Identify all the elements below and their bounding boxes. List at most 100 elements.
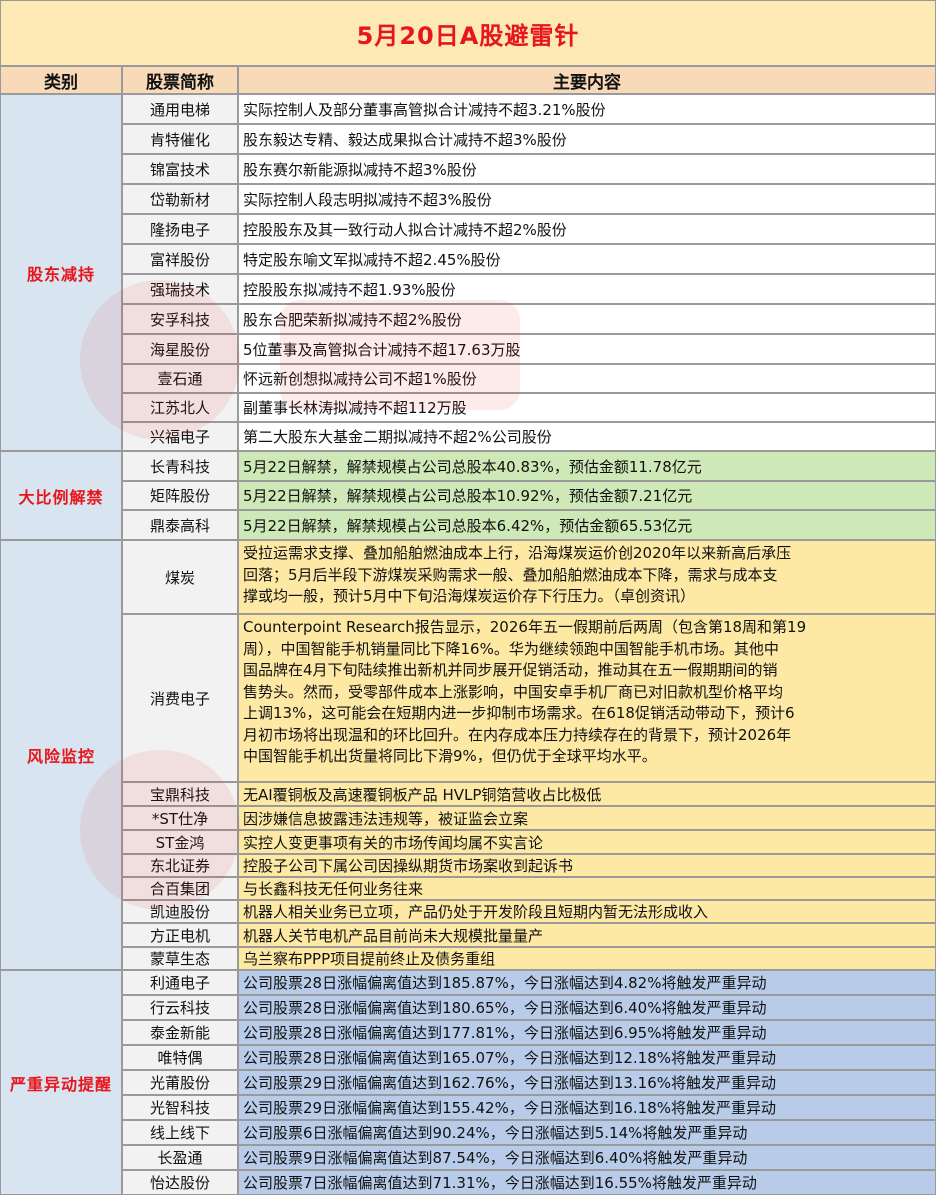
stock-name: 宝鼎科技 [122,782,238,806]
stock-name: 锦富技术 [122,154,238,184]
content-paragraph: Counterpoint Research报告显示，2026年五一假期前后两周（… [243,617,806,768]
row-content: 5月22日解禁，解禁规模占公司总股本40.83%，预估金额11.78亿元 [238,451,936,481]
stock-name: 长盈通 [122,1145,238,1170]
content-text: 控股股东拟减持不超1.93%股份 [243,280,456,299]
content-line: 月初市场将出现温和的环比回升。在内存成本压力持续存在的背景下，预计2026年 [243,725,792,744]
content-text: 无AI覆铜板及高速覆铜板产品 HVLP铜箔营收占比极低 [243,785,602,804]
row-content: 控股股东及其一致行动人拟合计减持不超2%股份 [238,214,936,244]
row-content: 公司股票29日涨幅偏离值达到162.76%，今日涨幅达到13.16%将触发严重异… [238,1070,936,1095]
content-text: 乌兰察布PPP项目提前终止及债务重组 [243,950,496,968]
content-text: 股东赛尔新能源拟减持不超3%股份 [243,160,477,179]
row-content: 副董事长林涛拟减持不超112万股 [238,393,936,422]
row-content: 控股子公司下属公司因操纵期货市场案收到起诉书 [238,854,936,877]
stock-name: 光智科技 [122,1095,238,1120]
content-text: 公司股票28日涨幅偏离值达到177.81%，今日涨幅达到6.95%将触发严重异动 [243,1024,767,1042]
content-text: 5月22日解禁，解禁规模占公司总股本40.83%，预估金额11.78亿元 [243,457,702,476]
header-stock: 股票简称 [122,66,238,94]
stock-name: 怡达股份 [122,1170,238,1195]
content-line: 上调13%，这可能会在短期内进一步抑制市场需求。在618促销活动带动下，预计6 [243,704,795,722]
content-text: 公司股票28日涨幅偏离值达到165.07%，今日涨幅达到12.18%将触发严重异… [243,1049,777,1067]
row-content: 股东毅达专精、毅达成果拟合计减持不超3%股份 [238,124,936,154]
content-text: 机器人相关业务已立项，产品仍处于开发阶段且短期内暂无法形成收入 [243,903,709,921]
content-text: 股东毅达专精、毅达成果拟合计减持不超3%股份 [243,130,567,149]
row-content: 股东赛尔新能源拟减持不超3%股份 [238,154,936,184]
row-content: 公司股票7日涨幅偏离值达到71.31%，今日涨幅达到16.55%将触发严重异动 [238,1170,936,1195]
row-content: 乌兰察布PPP项目提前终止及债务重组 [238,947,936,970]
stock-name: 强瑞技术 [122,274,238,304]
stock-name: 海星股份 [122,334,238,364]
content-line: Counterpoint Research报告显示，2026年五一假期前后两周（… [243,618,807,636]
content-text: 股东合肥荣新拟减持不超2%股份 [243,310,462,329]
stock-name: 壹石通 [122,364,238,393]
row-content: 无AI覆铜板及高速覆铜板产品 HVLP铜箔营收占比极低 [238,782,936,806]
stock-name: ST金鸿 [122,830,238,854]
content-line: 中国智能手机出货量将同比下滑9%，但仍优于全球平均水平。 [243,747,657,765]
category-severe-abnormal: 严重异动提醒 [0,970,122,1195]
content-text: 与长鑫科技无任何业务往来 [243,880,424,898]
content-text: 怀远新创想拟减持公司不超1%股份 [243,370,477,388]
content-text: 公司股票7日涨幅偏离值达到71.31%，今日涨幅达到16.55%将触发严重异动 [243,1174,757,1192]
content-text: 公司股票28日涨幅偏离值达到185.87%，今日涨幅达到4.82%将触发严重异动 [243,974,767,992]
stock-name: 肯特催化 [122,124,238,154]
stock-name: 鼎泰高科 [122,510,238,540]
stock-name: 安孚科技 [122,304,238,334]
row-content: 5位董事及高管拟合计减持不超17.63万股 [238,334,936,364]
stock-name: 线上线下 [122,1120,238,1145]
stock-name: 方正电机 [122,923,238,947]
content-text: 副董事长林涛拟减持不超112万股 [243,399,467,417]
content-text: 实际控制人及部分董事高管拟合计减持不超3.21%股份 [243,100,606,119]
row-content: 5月22日解禁，解禁规模占公司总股本6.42%，预估金额65.53亿元 [238,510,936,540]
row-content: 公司股票28日涨幅偏离值达到185.87%，今日涨幅达到4.82%将触发严重异动 [238,970,936,995]
content-line: 售势头。然而，受零部件成本上涨影响，中国安卓手机厂商已对旧款机型价格平均 [243,682,784,701]
stock-name: 光莆股份 [122,1070,238,1095]
content-text: 因涉嫌信息披露违法违规等，被证监会立案 [243,809,529,828]
row-content: 受拉运需求支撑、叠加船舶燃油成本上行，沿海煤炭运价创2020年以来新高后承压 回… [238,540,936,614]
content-text: 公司股票9日涨幅偏离值达到87.54%，今日涨幅达到6.40%将触发严重异动 [243,1149,748,1167]
category-large-unlock: 大比例解禁 [0,451,122,540]
stock-name: 矩阵股份 [122,481,238,510]
stock-name: 岱勒新材 [122,184,238,214]
row-content: Counterpoint Research报告显示，2026年五一假期前后两周（… [238,614,936,782]
row-content: 特定股东喻文军拟减持不超2.45%股份 [238,244,936,274]
content-text: 5位董事及高管拟合计减持不超17.63万股 [243,340,521,359]
content-line: 国品牌在4月下旬陆续推出新机并同步展开促销活动，推动其在五一假期期间的销 [243,661,778,679]
content-text: 公司股票29日涨幅偏离值达到162.76%，今日涨幅达到13.16%将触发严重异… [243,1074,777,1092]
content-line: 受拉运需求支撑、叠加船舶燃油成本上行，沿海煤炭运价创2020年以来新高后承压 [243,544,792,562]
stock-name: 蒙草生态 [122,947,238,970]
content-text: 公司股票28日涨幅偏离值达到180.65%，今日涨幅达到6.40%将触发严重异动 [243,999,767,1017]
content-text: 5月22日解禁，解禁规模占公司总股本6.42%，预估金额65.53亿元 [243,516,693,535]
row-content: 公司股票28日涨幅偏离值达到165.07%，今日涨幅达到12.18%将触发严重异… [238,1045,936,1070]
stock-name: 兴福电子 [122,422,238,451]
row-content: 公司股票9日涨幅偏离值达到87.54%，今日涨幅达到6.40%将触发严重异动 [238,1145,936,1170]
row-content: 股东合肥荣新拟减持不超2%股份 [238,304,936,334]
stock-name: 长青科技 [122,451,238,481]
content-text: 公司股票29日涨幅偏离值达到155.42%，今日涨幅达到16.18%将触发严重异… [243,1099,777,1117]
row-content: 与长鑫科技无任何业务往来 [238,877,936,900]
content-text: 控股股东及其一致行动人拟合计减持不超2%股份 [243,220,567,239]
category-risk-monitoring: 风险监控 [0,540,122,970]
page-title: 5月20日A股避雷针 [0,0,936,66]
row-content: 公司股票28日涨幅偏离值达到180.65%，今日涨幅达到6.40%将触发严重异动 [238,995,936,1020]
row-content: 实控人变更事项有关的市场传闻均属不实言论 [238,830,936,854]
stock-name: 凯迪股份 [122,900,238,923]
row-content: 机器人关节电机产品目前尚未大规模批量量产 [238,923,936,947]
stock-name: 煤炭 [122,540,238,614]
avoid-mines-sheet: 5月20日A股避雷针 类别 股票简称 主要内容 股东减持 通用电梯 实际控制人及… [0,0,936,1195]
content-text: 5月22日解禁，解禁规模占公司总股本10.92%，预估金额7.21亿元 [243,487,693,505]
stock-name: 江苏北人 [122,393,238,422]
row-content: 公司股票6日涨幅偏离值达到90.24%，今日涨幅达到5.14%将触发严重异动 [238,1120,936,1145]
stock-name: 泰金新能 [122,1020,238,1045]
stock-name: 通用电梯 [122,94,238,124]
content-paragraph: 受拉运需求支撑、叠加船舶燃油成本上行，沿海煤炭运价创2020年以来新高后承压 回… [243,543,791,608]
content-text: 第二大股东大基金二期拟减持不超2%公司股份 [243,428,552,446]
content-text: 实控人变更事项有关的市场传闻均属不实言论 [243,833,544,852]
stock-name: 东北证券 [122,854,238,877]
content-line: 周），中国智能手机销量同比下降16%。华为继续领跑中国智能手机市场。其他中 [243,639,779,658]
stock-name: *ST仕净 [122,806,238,830]
row-content: 第二大股东大基金二期拟减持不超2%公司股份 [238,422,936,451]
stock-name: 合百集团 [122,877,238,900]
content-text: 机器人关节电机产品目前尚未大规模批量量产 [243,926,544,945]
stock-name: 行云科技 [122,995,238,1020]
content-line: 撑或均一般，预计5月中下旬沿海煤炭运价存下行压力。（卓创资讯） [243,587,696,605]
row-content: 控股股东拟减持不超1.93%股份 [238,274,936,304]
